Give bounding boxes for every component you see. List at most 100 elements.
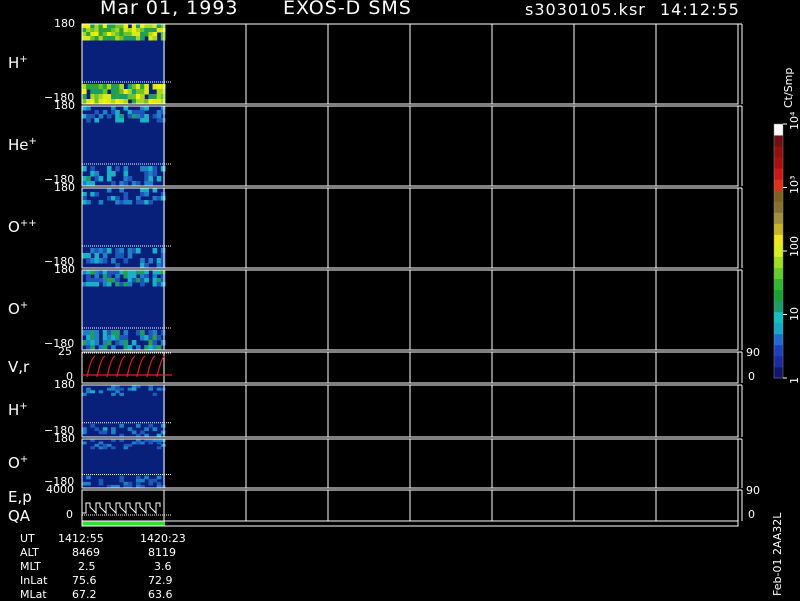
panel-o2-cell (131, 441, 137, 445)
panel-he-cell (123, 176, 129, 182)
panel-opp-cell (160, 258, 166, 264)
panel-o1-cell (131, 340, 137, 346)
panel-h1-cell (140, 84, 145, 90)
panel-he-cell (90, 114, 95, 119)
panel-opp-cell (152, 188, 158, 193)
panel-vr-right-bot-label: 0 (748, 370, 755, 383)
panel-opp-cell (94, 258, 100, 264)
info-row-alt: ALT 8469 8119 (20, 546, 176, 559)
colorbar-segment (774, 124, 783, 136)
panel-h2-cell (90, 390, 95, 394)
panel-h1-cell (148, 36, 154, 41)
ep-energy-trace (82, 502, 161, 515)
panel-o1-cell (86, 270, 91, 275)
panel-opp-title: O++ (8, 218, 37, 236)
panel-o1-cell (152, 278, 158, 283)
colorbar-segment (774, 135, 783, 147)
panel-opp-cell (135, 196, 141, 201)
panel-opp-cell (106, 248, 112, 254)
panel-o2-cell (127, 443, 133, 447)
panel-he-ytop-label: 180 (54, 99, 75, 112)
panel-opp-cell (98, 200, 104, 205)
panel-he-cell (135, 114, 141, 119)
panel-h1-cell (152, 28, 158, 33)
panel-h1-cell (94, 28, 100, 33)
panel-h1-title: H+ (8, 54, 28, 72)
panel-h1-cell (115, 28, 120, 33)
panel-o1-cell (144, 278, 149, 283)
panel-o2-cell (106, 443, 112, 447)
panel-h1-cell (90, 24, 95, 29)
panel-o1-cell (82, 330, 87, 336)
panel-o1-cell (156, 278, 162, 283)
panel-h2-cell (148, 387, 154, 391)
panel-h2-cell (90, 424, 95, 428)
panel-h2-ytop-label: 180 (54, 378, 75, 391)
panel-he-cell (148, 171, 154, 177)
panel-h1-cell (160, 94, 166, 100)
panel-he-cell (144, 118, 149, 123)
panel-opp-cell (140, 200, 145, 205)
panel-o2-cell (127, 481, 133, 486)
panel-h1-cell (123, 94, 129, 100)
panel-h1-cell (127, 28, 133, 33)
panel-o2-cell (135, 441, 141, 445)
panel-h1-cell (82, 36, 87, 41)
panel-o2-cell (140, 478, 145, 483)
info-row-ut: UT 1412:55 1420:23 (20, 532, 186, 545)
panel-o1-cell (140, 274, 145, 279)
panel-o1-cell (94, 330, 100, 336)
panel-h1-cell (82, 32, 87, 37)
panel-o1-cell (144, 270, 149, 275)
panel-opp-cell (119, 248, 124, 254)
vr-velocity-trace (146, 355, 156, 378)
panel-he-cell (144, 176, 149, 182)
panel-opp-cell (140, 188, 145, 193)
panel-o1-cell (123, 274, 129, 279)
panel-he-cell (94, 171, 100, 177)
panel-o1-cell (102, 335, 108, 341)
panel-o1-cell (86, 330, 91, 336)
colorbar-tick-label: 10 (788, 306, 800, 321)
panel-opp-cell (160, 196, 166, 201)
panel-he-cell (148, 176, 154, 182)
panel-opp-cell (94, 192, 100, 197)
panel-h2-cell (82, 430, 87, 435)
panel-o1-title: O+ (8, 300, 29, 318)
panel-he-cell (94, 110, 100, 115)
panel-opp-cell (115, 248, 120, 254)
panel-h1-cell (119, 28, 124, 33)
panel-opp-cell (148, 258, 154, 264)
panel-he-cell (156, 176, 162, 182)
panel-he-cell (90, 171, 95, 177)
panel-he-cell (160, 118, 166, 123)
panel-he-cell (98, 176, 104, 182)
panel-ep-ybot-label: 0 (66, 508, 73, 521)
panel-o1-cell (111, 335, 116, 341)
panel-opp-cell (123, 258, 129, 264)
panel-o2-cell (94, 443, 100, 447)
panel-opp-cell (127, 248, 133, 254)
panel-o1-cell (82, 270, 87, 275)
panel-o1-cell (115, 278, 120, 283)
panel-o1-cell (119, 335, 124, 341)
panel-he-cell (94, 118, 100, 123)
panel-o1-cell (106, 274, 112, 279)
qa-flag-bar (82, 521, 165, 526)
panel-h1-cell (140, 36, 145, 41)
panel-o1-cell (148, 330, 154, 336)
panel-h1-cell (94, 32, 100, 37)
panel-o1-cell (127, 282, 133, 287)
panel-he-cell (160, 166, 166, 172)
panel-h1-cell (111, 28, 116, 33)
panel-ep-right-top-label: 90 (746, 484, 760, 497)
panel-h2-cell (119, 387, 124, 391)
panel-o1-cell (135, 330, 141, 336)
panel-o1-cell (160, 274, 166, 279)
panel-opp-cell (160, 253, 166, 259)
panel-he-cell (160, 106, 166, 111)
panel-h1-cell (98, 32, 104, 37)
panel-he-cell (86, 114, 91, 119)
panel-opp-cell (140, 192, 145, 197)
panel-o2-cell (148, 441, 154, 445)
